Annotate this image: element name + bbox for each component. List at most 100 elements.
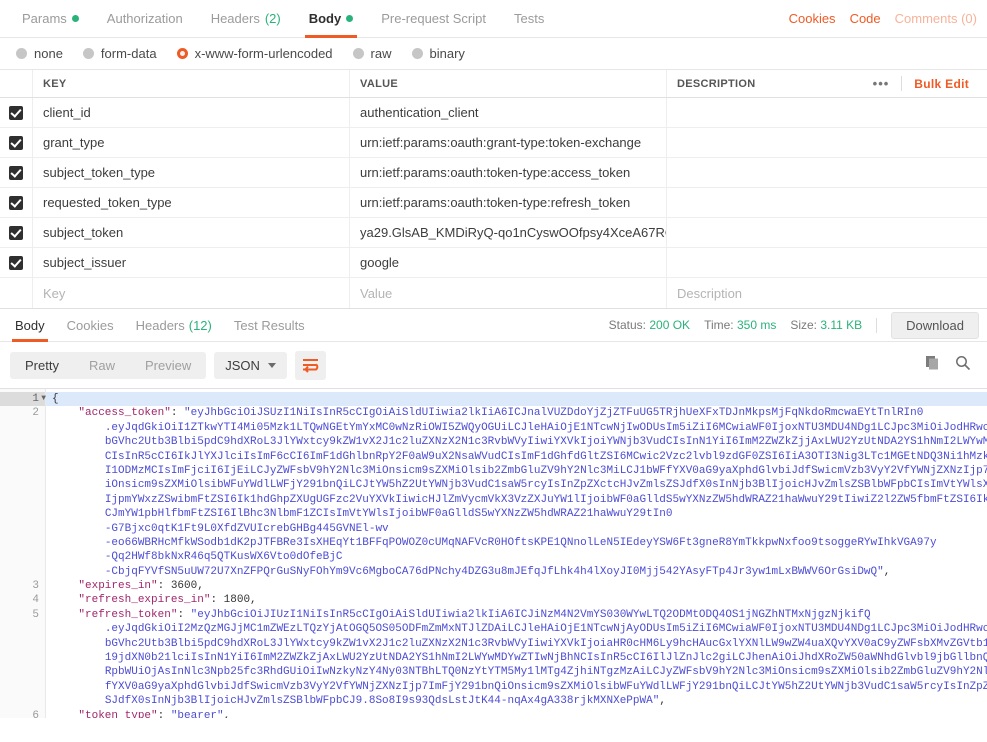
word-wrap-icon (302, 358, 319, 373)
comments-link[interactable]: Comments (0) (895, 11, 977, 26)
response-tab-body[interactable]: Body (4, 309, 56, 342)
code-line[interactable]: -CbjqFYVfSN5uUW72U7XnZFPQrGuSNyFOhYm9Vc6… (46, 565, 987, 579)
tab-pre-request-script[interactable]: Pre-request Script (367, 0, 500, 37)
row-value[interactable]: urn:ietf:params:oauth:token-type:access_… (350, 158, 667, 187)
copy-button[interactable] (925, 355, 941, 376)
row-value[interactable]: ya29.GlsAB_KMDiRyQ-qo1nCyswOOfpsy4XceA67… (350, 218, 667, 247)
row-checkbox[interactable] (0, 218, 33, 247)
body-type-binary[interactable]: binary (406, 46, 471, 61)
code-line[interactable]: CIsInR5cCI6IkJlYXJlciIsImF6cCI6ImF1dGhlb… (46, 450, 987, 464)
table-row[interactable]: grant_type urn:ietf:params:oauth:grant-t… (0, 128, 987, 158)
row-value[interactable]: google (350, 248, 667, 277)
new-value-input[interactable]: Value (350, 278, 667, 308)
table-row[interactable]: requested_token_type urn:ietf:params:oau… (0, 188, 987, 218)
body-type-raw[interactable]: raw (347, 46, 398, 61)
code-line[interactable]: "refresh_expires_in": 1800, (46, 593, 987, 607)
time-value: 350 ms (736, 318, 777, 332)
fold-toggle-icon[interactable]: ▼ (41, 392, 46, 406)
language-select[interactable]: JSON (214, 351, 287, 379)
response-tab-cookies[interactable]: Cookies (56, 309, 125, 341)
row-checkbox[interactable] (0, 188, 33, 217)
row-checkbox[interactable] (0, 158, 33, 187)
row-key[interactable]: subject_issuer (33, 248, 350, 277)
line-number (0, 565, 45, 579)
new-description-input[interactable]: Description (667, 278, 987, 308)
code-line[interactable]: -Qq2HWf8bkNxR46q5QTKusWX6Vto0dOfeBjC (46, 550, 987, 564)
row-key[interactable]: subject_token_type (33, 158, 350, 187)
row-key[interactable]: grant_type (33, 128, 350, 157)
row-checkbox[interactable] (0, 128, 33, 157)
cookies-link[interactable]: Cookies (789, 11, 836, 26)
code-line[interactable]: .eyJqdGkiOiI1ZTkwYTI4Mi05Mzk1LTQwNGEtYmY… (46, 421, 987, 435)
view-mode-preview[interactable]: Preview (130, 352, 206, 379)
view-mode-pretty[interactable]: Pretty (10, 352, 74, 379)
tab-params[interactable]: Params (8, 0, 93, 37)
line-number (0, 622, 45, 636)
row-description[interactable] (667, 248, 987, 277)
row-checkbox[interactable] (0, 248, 33, 277)
code-line[interactable]: fYXV0aG9yaXphdGlvbiJdfSwicmVzb3VyY2VfYWN… (46, 680, 987, 694)
code-line[interactable]: "expires_in": 3600, (46, 579, 987, 593)
row-key[interactable]: requested_token_type (33, 188, 350, 217)
line-number: 4 (32, 594, 39, 607)
response-tab-bar: Body Cookies Headers (12) Test Results S… (0, 309, 987, 342)
row-description[interactable] (667, 158, 987, 187)
radio-icon (16, 48, 27, 59)
table-row[interactable]: subject_token ya29.GlsAB_KMDiRyQ-qo1nCys… (0, 218, 987, 248)
row-value[interactable]: urn:ietf:params:oauth:grant-type:token-e… (350, 128, 667, 157)
code-line[interactable]: -G7Bjxc0qtK1Ft9L0XfdZVUIcrebGHBg445GVNEl… (46, 522, 987, 536)
body-type-form-data[interactable]: form-data (77, 46, 163, 61)
code-line[interactable]: iOnsicm9sZXMiOlsibWFuYWdlLWFjY291bnQiLCJ… (46, 478, 987, 492)
ellipsis-icon[interactable]: ••• (873, 77, 890, 90)
code-line[interactable]: bGVhc2Utb3Blbi5pdC9hdXRoL3JlYWxtcy9kZW1v… (46, 435, 987, 449)
response-tab-headers[interactable]: Headers (12) (125, 309, 223, 341)
row-description[interactable] (667, 98, 987, 127)
row-checkbox[interactable] (0, 98, 33, 127)
code-line[interactable]: .eyJqdGkiOiI2MzQzMGJjMC1mZWEzLTQzYjAtOGQ… (46, 622, 987, 636)
row-value[interactable]: authentication_client (350, 98, 667, 127)
code-line[interactable]: SJdfX0sInNjb3BlIjoicHJvZmlsZSBlbWFpbCJ9.… (46, 694, 987, 708)
row-description[interactable] (667, 188, 987, 217)
line-number: 3 (32, 580, 39, 593)
row-key[interactable]: subject_token (33, 218, 350, 247)
code-line[interactable]: IjpmYWxzZSwibmFtZSI6Ik1hdGhpZXUgUGFzc2Vu… (46, 493, 987, 507)
code-line[interactable]: CJmYW1pbHlfbmFtZSI6IlBhc3NlbmF1ZCIsImVtY… (46, 507, 987, 521)
code-link[interactable]: Code (850, 11, 881, 26)
row-key[interactable]: client_id (33, 98, 350, 127)
row-description[interactable] (667, 218, 987, 247)
search-button[interactable] (955, 355, 971, 376)
view-mode-raw[interactable]: Raw (74, 352, 130, 379)
table-row[interactable]: subject_issuer google (0, 248, 987, 278)
code-line[interactable]: -eo66WBRHcMfkWSodb1dK2pJTFBRe3IsXHEqYt1B… (46, 536, 987, 550)
code-line[interactable]: RpbWUiOjAsInNlc3Npb25fc3RhdGUiOiIwNzkyNz… (46, 665, 987, 679)
new-key-input[interactable]: Key (33, 278, 350, 308)
table-empty-row[interactable]: Key Value Description (0, 278, 987, 308)
table-row[interactable]: client_id authentication_client (0, 98, 987, 128)
code-line[interactable]: "token_type": "bearer", (46, 709, 987, 718)
body-type-none[interactable]: none (10, 46, 69, 61)
tab-body[interactable]: Body (295, 0, 368, 38)
body-type-urlencoded[interactable]: x-www-form-urlencoded (171, 46, 339, 61)
code-line[interactable]: { (46, 392, 987, 407)
checkbox-checked-icon (9, 165, 23, 180)
header-description-label: DESCRIPTION (677, 77, 756, 90)
code-line[interactable]: bGVhc2Utb3Blbi5pdC9hdXRoL3JlYWxtcy9kZW1v… (46, 637, 987, 651)
tab-tests[interactable]: Tests (500, 0, 558, 37)
empty-row-checkbox[interactable] (0, 278, 33, 308)
tab-authorization[interactable]: Authorization (93, 0, 197, 37)
code-line[interactable]: "refresh_token": "eyJhbGciOiJIUzI1NiIsIn… (46, 608, 987, 622)
table-row[interactable]: subject_token_type urn:ietf:params:oauth… (0, 158, 987, 188)
download-button[interactable]: Download (891, 311, 979, 339)
response-body-viewer[interactable]: 1▼2345678910 { "access_token": "eyJhbGci… (0, 388, 987, 718)
time-group: Time: 350 ms (704, 318, 776, 332)
code-line[interactable]: I1ODMzMCIsImFjciI6IjEiLCJyZWFsbV9hY2Nlc3… (46, 464, 987, 478)
row-description[interactable] (667, 128, 987, 157)
row-value[interactable]: urn:ietf:params:oauth:token-type:refresh… (350, 188, 667, 217)
word-wrap-button[interactable] (294, 350, 326, 380)
bulk-edit-button[interactable]: Bulk Edit (914, 77, 969, 91)
code-line[interactable]: 19jdXN0b21lciIsInN1YiI6ImM2ZWZkZjAxLWU2Y… (46, 651, 987, 665)
response-tab-test-results[interactable]: Test Results (223, 309, 316, 341)
tab-headers[interactable]: Headers (2) (197, 0, 295, 37)
json-code-area[interactable]: { "access_token": "eyJhbGciOiJSUzI1NiIsI… (46, 389, 987, 718)
code-line[interactable]: "access_token": "eyJhbGciOiJSUzI1NiIsInR… (46, 406, 987, 420)
